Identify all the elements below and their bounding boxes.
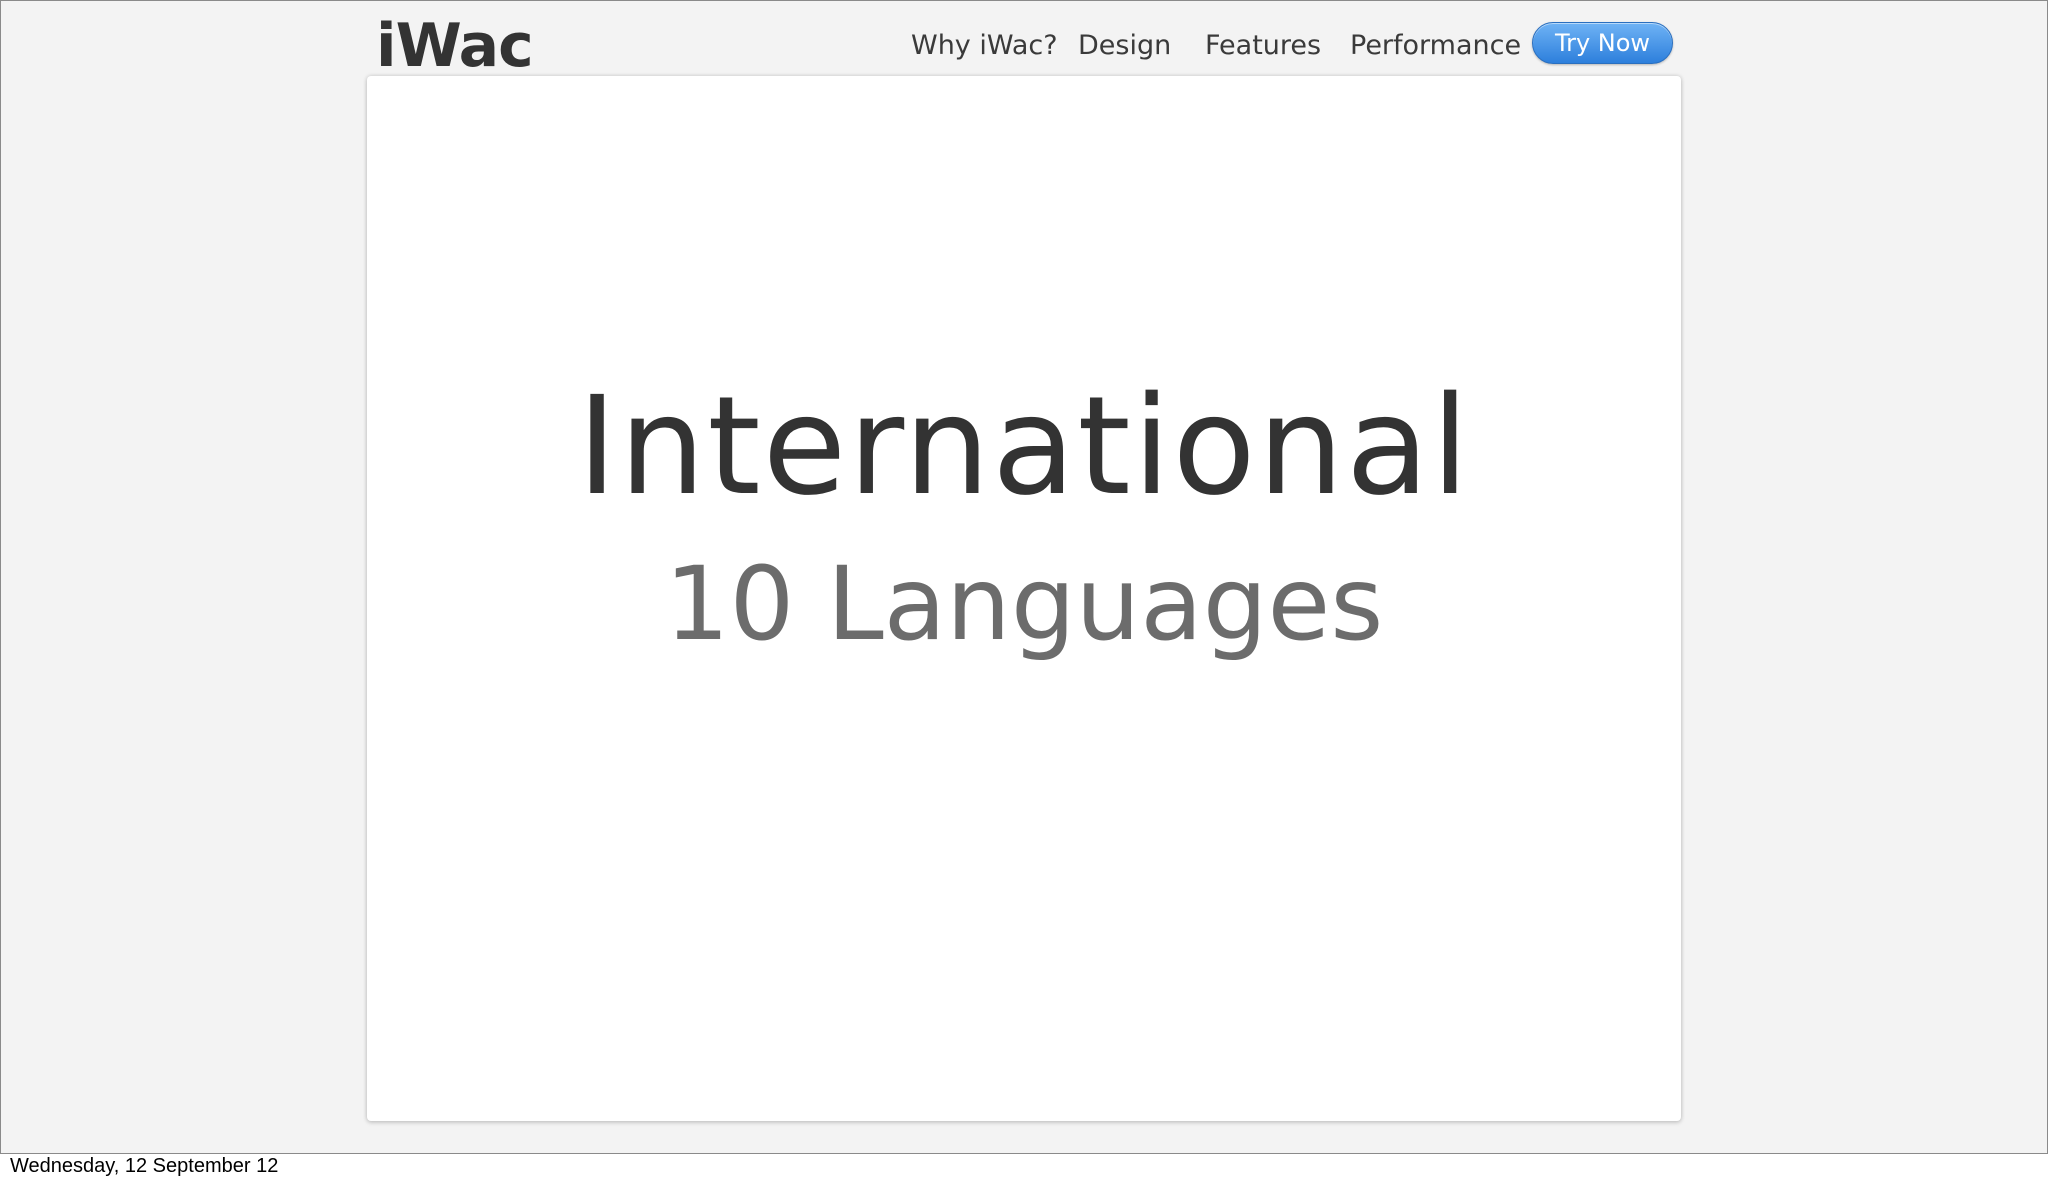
brand-logo[interactable]: iWac [376, 11, 534, 81]
nav-item-why-iwac[interactable]: Why iWac? [911, 30, 1058, 61]
slide-frame: iWac Why iWac? Design Features Performan… [0, 0, 2048, 1154]
headline: International [577, 368, 1471, 526]
date-footer: Wednesday, 12 September 12 [10, 1155, 279, 1177]
nav-item-design[interactable]: Design [1078, 30, 1171, 61]
subheadline: 10 Languages [664, 545, 1384, 664]
nav-item-features[interactable]: Features [1205, 30, 1321, 61]
try-now-button[interactable]: Try Now [1532, 22, 1673, 64]
nav-item-performance[interactable]: Performance [1350, 30, 1521, 61]
content-card: International 10 Languages [367, 76, 1681, 1121]
